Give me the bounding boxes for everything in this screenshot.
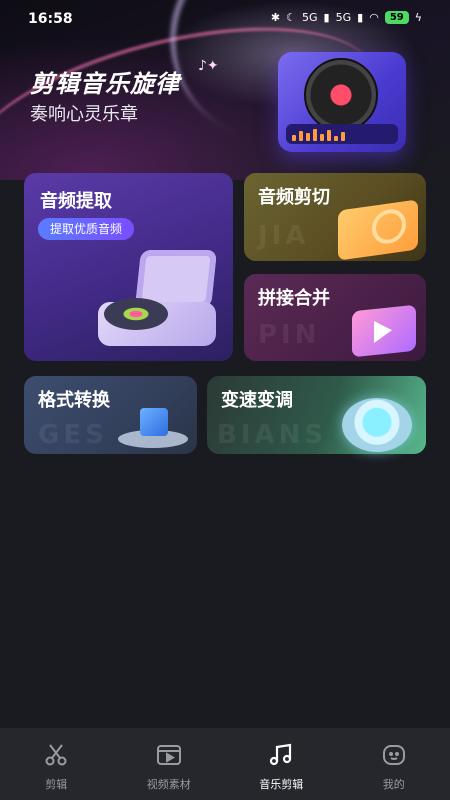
convert-illustration: [118, 402, 188, 450]
vinyl-record-icon: [304, 58, 378, 132]
signal-icon: ▮: [323, 11, 330, 24]
vinyl-disc-icon: [104, 298, 168, 330]
network-label: 5G: [302, 11, 318, 24]
nav-item-music-edit[interactable]: 音乐剪辑: [225, 728, 338, 800]
status-bar: 16:58 ✱ ☾ 5G ▮ 5G ▮ ◠ 59 ϟ: [0, 0, 450, 36]
nav-item-profile[interactable]: 我的: [338, 728, 450, 800]
card-watermark: GES: [38, 420, 108, 450]
record-player-illustration: [98, 250, 220, 350]
page-subtitle: 奏响心灵乐章: [30, 104, 138, 125]
bluetooth-icon: ✱: [270, 11, 281, 24]
play-icon: [374, 319, 392, 344]
card-title: 变速变调: [221, 390, 293, 411]
nav-label: 剪辑: [45, 778, 68, 791]
card-watermark: BIANS: [217, 420, 328, 450]
bottom-navigation: 剪辑 视频素材 音乐剪辑 我的: [0, 728, 450, 800]
signal-icon: ▮: [357, 11, 364, 24]
profile-icon: [382, 745, 405, 765]
equalizer-panel: [286, 124, 398, 144]
card-watermark: PIN: [258, 320, 321, 350]
card-title: 格式转换: [38, 390, 110, 411]
nav-label: 视频素材: [146, 778, 191, 791]
cassette-reel-icon: [372, 207, 406, 246]
speedometer-icon: [342, 398, 412, 452]
status-icons: ✱ ☾ 5G ▮ 5G ▮ ◠ 59 ϟ: [271, 11, 422, 24]
extract-audio-button[interactable]: 提取优质音频: [38, 218, 135, 240]
nav-item-edit[interactable]: 剪辑: [0, 728, 113, 800]
video-clip-illustration: [352, 304, 416, 358]
card-watermark: JIA: [258, 221, 310, 251]
network-label: 5G: [335, 11, 352, 24]
nav-label: 我的: [382, 778, 405, 791]
convert-cube-icon: [140, 408, 168, 436]
nav-label: 音乐剪辑: [259, 778, 304, 791]
video-icon: [156, 745, 181, 765]
card-title: 拼接合并: [258, 288, 330, 309]
wifi-icon: ◠: [369, 11, 379, 24]
battery-indicator: 59: [384, 11, 409, 24]
status-time: 16:58: [28, 11, 73, 27]
music-note-icon: [270, 743, 292, 766]
scissors-icon: [45, 744, 67, 766]
turntable-illustration: [278, 52, 406, 152]
page-title: 剪辑音乐旋律: [30, 70, 180, 98]
nav-item-video-material[interactable]: 视频素材: [113, 728, 226, 800]
card-title: 音频剪切: [258, 187, 330, 208]
charging-icon: ϟ: [414, 11, 422, 24]
card-title: 音频提取: [40, 191, 112, 212]
moon-icon: ☾: [286, 11, 297, 24]
sparkle-icon: ♪✦: [198, 58, 219, 74]
